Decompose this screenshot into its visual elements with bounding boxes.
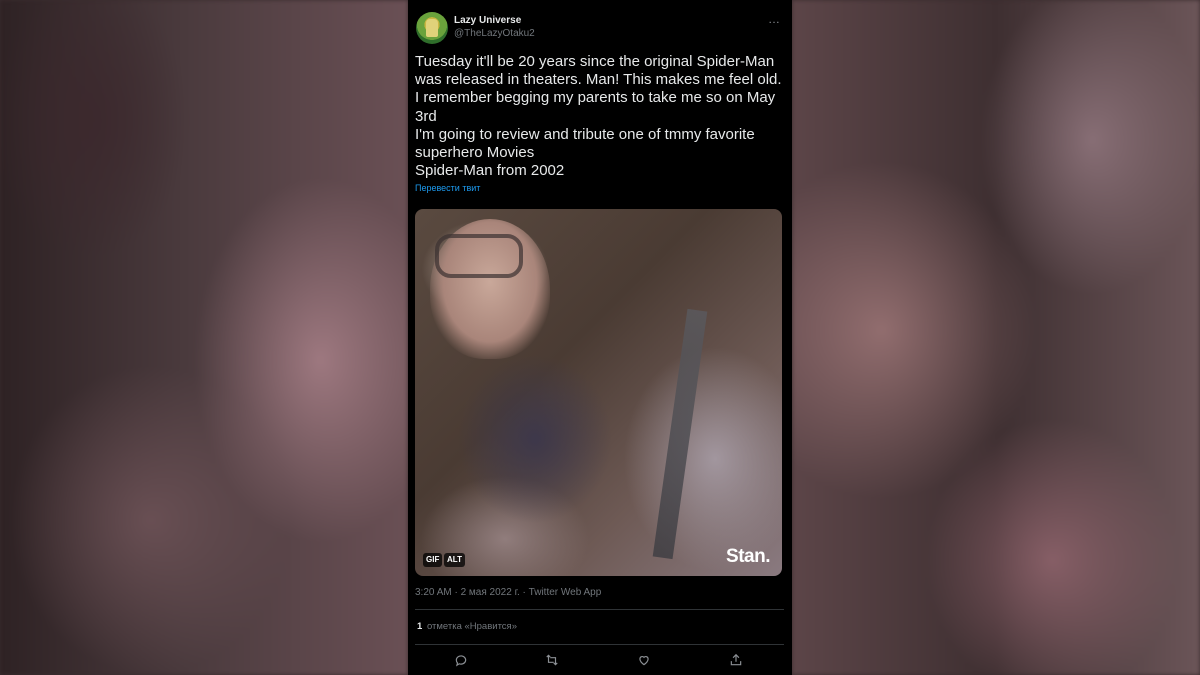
retweet-icon[interactable] [543, 651, 561, 669]
translate-tweet-link[interactable]: Перевести твит [415, 183, 480, 193]
avatar[interactable] [416, 12, 448, 44]
tweet-actions [408, 650, 792, 670]
author-name[interactable]: Lazy Universe [454, 15, 521, 26]
stan-watermark: Stan. [726, 546, 770, 567]
divider [415, 644, 784, 645]
tweet-card: Lazy Universe @TheLazyOtaku2 … Tuesday i… [408, 0, 792, 675]
media-bag-strap [652, 308, 708, 560]
likes-count: 1 [417, 621, 423, 632]
gif-badge: GIF [423, 553, 443, 567]
author-handle[interactable]: @TheLazyOtaku2 [454, 28, 535, 39]
like-icon[interactable] [635, 651, 653, 669]
blurred-background-right [792, 0, 1200, 675]
tweet-gif-media[interactable]: GIF ALT Stan. [415, 209, 782, 576]
blurred-background-left [0, 0, 408, 675]
share-icon[interactable] [727, 651, 745, 669]
reply-icon[interactable] [452, 651, 470, 669]
tweet-text: Tuesday it'll be 20 years since the orig… [415, 53, 782, 180]
divider [415, 609, 784, 610]
media-glasses [435, 234, 523, 278]
tweet-timestamp-source[interactable]: 3:20 AM · 2 мая 2022 г. · Twitter Web Ap… [415, 587, 601, 598]
likes-summary[interactable]: 1 отметка «Нравится» [417, 621, 517, 632]
likes-label: отметка «Нравится» [426, 621, 517, 632]
tweet-header: Lazy Universe @TheLazyOtaku2 … [416, 12, 784, 48]
more-options-icon[interactable]: … [768, 12, 780, 26]
alt-badge[interactable]: ALT [444, 553, 465, 567]
